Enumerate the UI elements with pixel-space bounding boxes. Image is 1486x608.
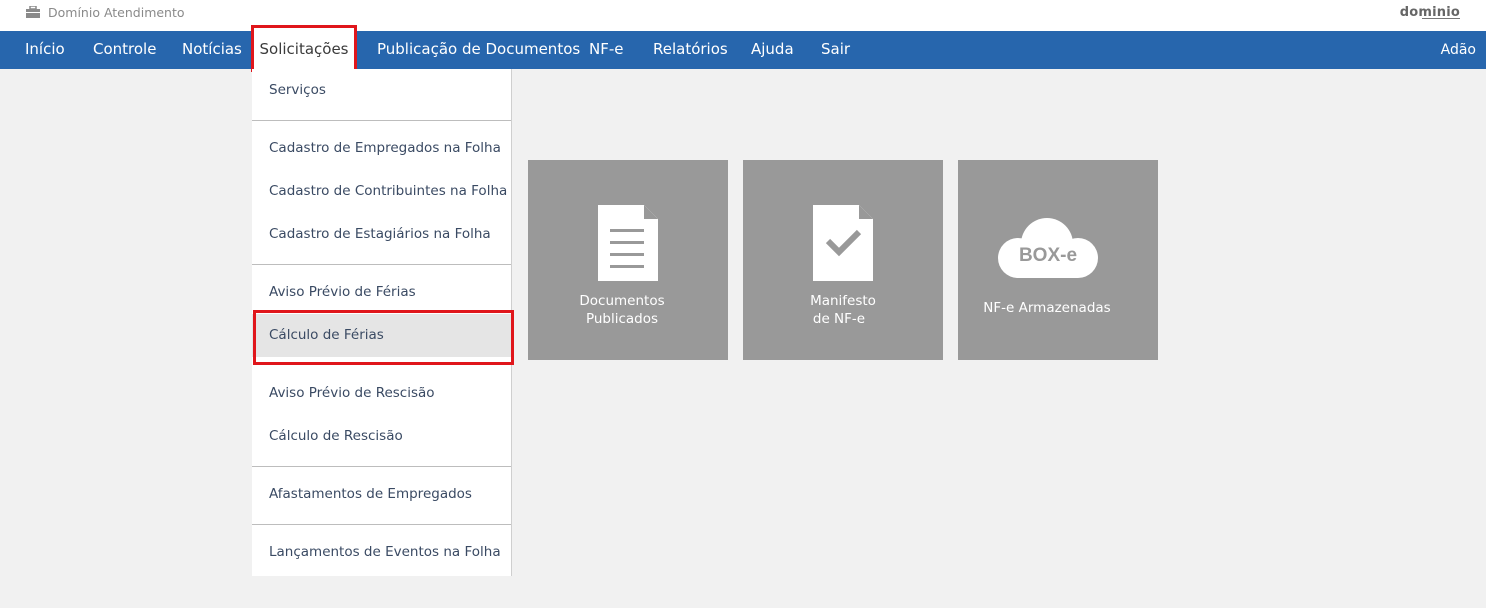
nav-item-ajuda[interactable]: Ajuda xyxy=(751,31,794,69)
top-bar: Domínio Atendimento dominio xyxy=(0,0,1486,31)
menu-item-servicos[interactable]: Serviços xyxy=(252,69,511,112)
document-check-icon xyxy=(813,205,873,281)
tile-documentos-publicados[interactable]: Documentos Publicados xyxy=(528,160,728,360)
box-e-logo-text: BOX-e xyxy=(1019,245,1077,266)
nav-item-publicacao-documentos[interactable]: Publicação de Documentos xyxy=(377,31,580,69)
solicitacoes-dropdown: Serviços Cadastro de Empregados na Folha… xyxy=(252,69,512,576)
menu-item-lancamentos-eventos[interactable]: Lançamentos de Eventos na Folha xyxy=(252,531,511,574)
menu-item-cadastro-estagiarios[interactable]: Cadastro de Estagiários na Folha xyxy=(252,213,511,256)
nav-item-sair[interactable]: Sair xyxy=(821,31,850,69)
nav-item-solicitacoes[interactable]: Solicitações xyxy=(254,31,354,69)
tile-label-line2: de NF-e xyxy=(812,311,866,327)
menu-item-calculo-ferias[interactable]: Cálculo de Férias xyxy=(252,314,511,357)
nav-item-controle[interactable]: Controle xyxy=(93,31,156,69)
menu-item-cadastro-contribuintes[interactable]: Cadastro de Contribuintes na Folha xyxy=(252,170,511,213)
nav-item-relatorios[interactable]: Relatórios xyxy=(653,31,728,69)
menu-item-afastamentos-empregados[interactable]: Afastamentos de Empregados xyxy=(252,473,511,516)
cloud-box-icon: BOX-e xyxy=(998,218,1098,278)
menu-divider xyxy=(252,264,511,265)
menu-item-cadastro-empregados[interactable]: Cadastro de Empregados na Folha xyxy=(252,127,511,170)
menu-item-aviso-previo-ferias[interactable]: Aviso Prévio de Férias xyxy=(252,271,511,314)
tile-nfe-armazenadas[interactable]: BOX-e NF-e Armazenadas xyxy=(958,160,1158,360)
nav-item-nfe[interactable]: NF-e xyxy=(589,31,624,69)
tile-label-line2: Publicados xyxy=(585,311,659,327)
user-name[interactable]: Adão xyxy=(1441,31,1476,69)
tile-label: NF-e Armazenadas xyxy=(983,300,1111,316)
brand-logo: dominio xyxy=(1399,5,1461,20)
main-nav: Início Controle Notícias Solicitações Pu… xyxy=(0,31,1486,69)
briefcase-icon xyxy=(26,6,40,18)
app-title: Domínio Atendimento xyxy=(48,5,185,20)
menu-divider xyxy=(252,120,511,121)
tile-label-line1: Manifesto xyxy=(810,293,876,309)
nav-item-inicio[interactable]: Início xyxy=(25,31,65,69)
tile-label-line1: Documentos xyxy=(579,293,665,309)
menu-item-aviso-previo-rescisao[interactable]: Aviso Prévio de Rescisão xyxy=(252,372,511,415)
menu-divider xyxy=(252,466,511,467)
tile-manifesto-nfe[interactable]: Manifesto de NF-e xyxy=(743,160,943,360)
menu-item-calculo-rescisao[interactable]: Cálculo de Rescisão xyxy=(252,415,511,458)
nav-item-noticias[interactable]: Notícias xyxy=(182,31,242,69)
menu-divider xyxy=(252,524,511,525)
document-icon xyxy=(598,205,658,281)
